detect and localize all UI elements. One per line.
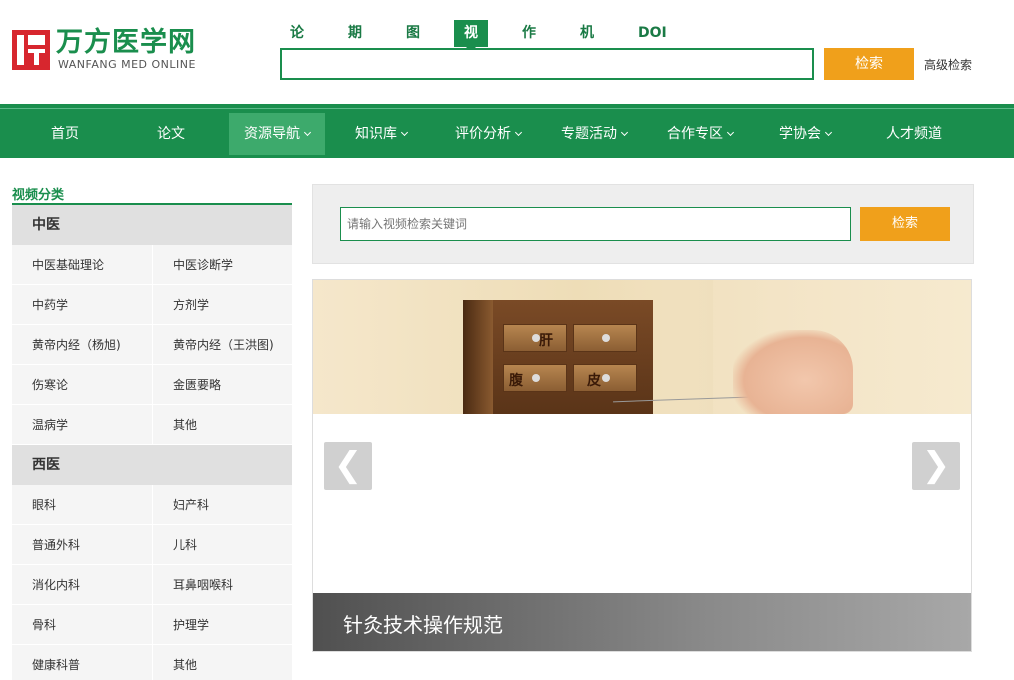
chevron-down-icon [303,128,312,137]
category-link[interactable]: 其他 [152,405,292,445]
chevron-down-icon [400,128,409,137]
tab-tushu[interactable]: 图书 [396,20,430,68]
category-link[interactable]: 温病学 [12,405,152,445]
tab-lunwen[interactable]: 论文 [280,20,314,68]
hand-image [733,330,853,414]
main-search-input[interactable] [280,48,814,80]
site-header: 万方医学网 WANFANG MED ONLINE 论文 期刊 图书 视频 作者 … [0,0,1014,104]
nav-item-home[interactable]: 首页 [20,113,110,155]
nav-item-papers[interactable]: 论文 [126,113,216,155]
tab-zuozhe[interactable]: 作者 [512,20,546,68]
category-row: 眼科 妇产科 [12,485,292,525]
category-link[interactable]: 中医诊断学 [152,245,292,285]
site-logo[interactable]: 万方医学网 WANFANG MED ONLINE [12,28,212,74]
category-link[interactable]: 方剂学 [152,285,292,325]
carousel-caption[interactable]: 针灸技术操作规范 [313,593,971,651]
chevron-down-icon [514,128,523,137]
video-search-panel: 检索 [312,184,974,264]
category-row: 普通外科 儿科 [12,525,292,565]
nav-item-associations[interactable]: 学协会 [760,113,850,155]
category-link[interactable]: 其他 [152,645,292,680]
category-link[interactable]: 黄帝内经（杨旭) [12,325,152,365]
nav-item-talent[interactable]: 人才频道 [866,113,962,155]
nav-item-resources[interactable]: 资源导航 [229,113,325,155]
cabinet-glyph: 肝 [539,333,553,349]
category-link[interactable]: 普通外科 [12,525,152,565]
category-row: 骨科 护理学 [12,605,292,645]
cabinet-glyph: 腹 [509,373,523,389]
category-link[interactable]: 骨科 [12,605,152,645]
category-link[interactable]: 金匮要略 [152,365,292,405]
cabinet-glyph: 皮 [587,373,601,389]
nav-item-analysis[interactable]: 评价分析 [440,113,536,155]
video-carousel[interactable]: 肝 腹 皮 ❮ ❯ 针灸技术操作规范 [312,279,972,652]
medicine-cabinet-image: 肝 腹 皮 [463,300,653,414]
tab-jigou[interactable]: 机构 [570,20,604,68]
category-row: 中药学 方剂学 [12,285,292,325]
video-category-sidebar: 中医 中医基础理论 中医诊断学 中药学 方剂学 黄帝内经（杨旭) 黄帝内经（王洪… [12,205,292,680]
category-link[interactable]: 耳鼻咽喉科 [152,565,292,605]
chevron-left-icon: ❮ [333,445,363,485]
category-link[interactable]: 护理学 [152,605,292,645]
category-link[interactable]: 健康科普 [12,645,152,680]
category-row: 中医基础理论 中医诊断学 [12,245,292,285]
category-heading-western[interactable]: 西医 [12,445,292,485]
nav-item-cooperation[interactable]: 合作专区 [652,113,748,155]
logo-name-cn: 万方医学网 [56,27,196,58]
category-link[interactable]: 伤寒论 [12,365,152,405]
category-heading-tcm[interactable]: 中医 [12,205,292,245]
carousel-prev-button[interactable]: ❮ [324,442,372,490]
chevron-right-icon: ❯ [921,445,951,485]
logo-name-en: WANFANG MED ONLINE [58,58,196,71]
video-search-input[interactable] [340,207,851,241]
category-link[interactable]: 黄帝内经（王洪图) [152,325,292,365]
category-row: 消化内科 耳鼻咽喉科 [12,565,292,605]
tab-qikan[interactable]: 期刊 [338,20,372,68]
sidebar-title: 视频分类 [12,188,65,203]
category-row: 健康科普 其他 [12,645,292,680]
carousel-next-button[interactable]: ❯ [912,442,960,490]
category-link[interactable]: 中医基础理论 [12,245,152,285]
tab-shipin[interactable]: 视频 [454,20,488,68]
category-link[interactable]: 妇产科 [152,485,292,525]
chevron-down-icon [726,128,735,137]
category-link[interactable]: 中药学 [12,285,152,325]
category-row: 温病学 其他 [12,405,292,445]
carousel-banner-image[interactable]: 肝 腹 皮 [313,280,971,414]
carousel-caption-title: 针灸技术操作规范 [343,613,503,637]
chevron-down-icon [620,128,629,137]
category-link[interactable]: 儿科 [152,525,292,565]
category-row: 黄帝内经（杨旭) 黄帝内经（王洪图) [12,325,292,365]
chevron-down-icon [824,128,833,137]
category-link[interactable]: 眼科 [12,485,152,525]
video-search-button[interactable]: 检索 [860,207,950,241]
category-row: 伤寒论 金匮要略 [12,365,292,405]
nav-item-knowledge[interactable]: 知识库 [336,113,426,155]
tab-doi[interactable]: DOI [628,20,677,47]
main-search-button[interactable]: 检索 [824,48,914,80]
advanced-search-link[interactable]: 高级检索 [924,56,972,73]
main-nav: 首页 论文 资源导航 知识库 评价分析 专题活动 合作专区 学协会 人才频道 [0,104,1014,158]
nav-item-events[interactable]: 专题活动 [546,113,642,155]
logo-mark-icon [12,30,50,70]
category-link[interactable]: 消化内科 [12,565,152,605]
